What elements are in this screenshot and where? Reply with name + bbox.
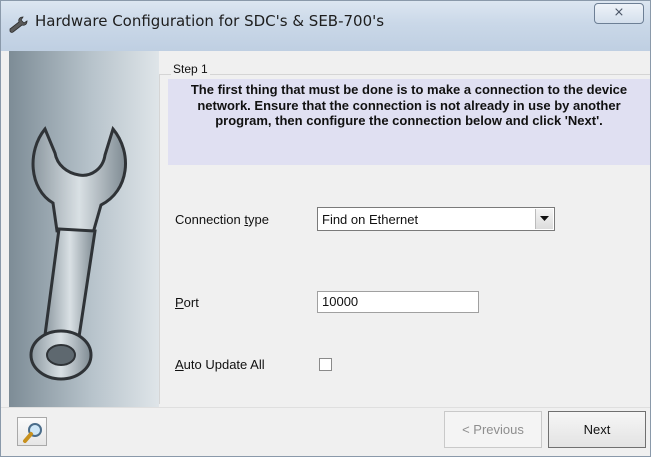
auto-update-checkbox[interactable] bbox=[319, 358, 332, 371]
find-button[interactable] bbox=[17, 417, 47, 446]
dropdown-arrow-button[interactable] bbox=[535, 209, 553, 229]
next-button[interactable]: Next bbox=[548, 411, 646, 448]
wrench-icon bbox=[29, 125, 127, 381]
auto-update-label: Auto Update All bbox=[175, 357, 265, 372]
window-title: Hardware Configuration for SDC's & SEB-7… bbox=[35, 12, 385, 30]
wrench-app-icon bbox=[7, 15, 29, 35]
title-bar[interactable]: Hardware Configuration for SDC's & SEB-7… bbox=[1, 1, 650, 51]
connection-type-label: Connection type bbox=[175, 212, 269, 227]
chevron-down-icon bbox=[540, 216, 549, 221]
step-legend: Step 1 bbox=[171, 62, 210, 76]
port-label: Port bbox=[175, 295, 199, 310]
port-input[interactable]: 10000 bbox=[317, 291, 479, 313]
instructions-text: The first thing that must be done is to … bbox=[168, 79, 650, 165]
connection-type-value: Find on Ethernet bbox=[322, 212, 419, 227]
magnifier-icon bbox=[23, 423, 42, 443]
dialog-window: Hardware Configuration for SDC's & SEB-7… bbox=[0, 0, 651, 457]
content-area: Step 1 The first thing that must be done… bbox=[159, 51, 650, 407]
previous-button[interactable]: < Previous bbox=[444, 411, 542, 448]
connection-type-dropdown[interactable]: Find on Ethernet bbox=[317, 207, 555, 231]
side-banner bbox=[9, 51, 159, 407]
close-button[interactable]: ⨯ bbox=[594, 3, 644, 24]
button-bar: < Previous Next bbox=[1, 407, 650, 456]
